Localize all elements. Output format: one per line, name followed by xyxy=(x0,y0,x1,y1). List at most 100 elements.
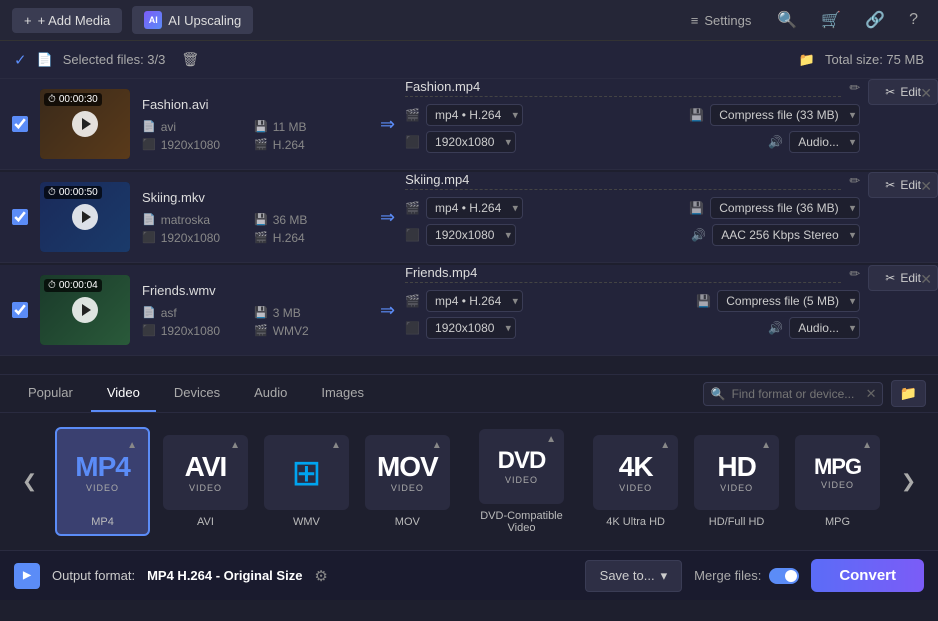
skiing-format: matroska xyxy=(161,213,210,227)
friends-format: asf xyxy=(161,306,177,320)
cart-button[interactable]: 🛒 xyxy=(813,6,849,34)
format-item-dvd[interactable]: ▲ DVD VIDEO DVD-Compatible Video xyxy=(463,423,580,540)
fashion-filename: Fashion.avi xyxy=(142,97,358,112)
format-item-mp4[interactable]: ▲ MP4 VIDEO MP4 xyxy=(55,427,150,536)
search-icon: 🔍 xyxy=(711,387,726,401)
fashion-audio-select[interactable]: Audio... xyxy=(789,131,860,153)
friends-output-area: Friends.mp4 ✏ 🎬 mp4 • H.264 💾 xyxy=(405,265,938,355)
mpg-chevron: ▲ xyxy=(862,440,872,451)
fashion-thumbnail[interactable]: ⏱00:00:30 xyxy=(40,89,130,159)
avi-label: AVI xyxy=(197,516,214,528)
fashion-compress-select[interactable]: Compress file (33 MB) xyxy=(710,104,860,126)
mpg-icon-main: MPG xyxy=(814,456,861,478)
wmv-windows-icon: ⊞ xyxy=(291,452,321,494)
filebar: ✓ 📄 Selected files: 3/3 🗑 📁 Total size: … xyxy=(0,41,938,79)
friends-format-select[interactable]: mp4 • H.264 xyxy=(426,290,523,312)
ai-icon: AI xyxy=(144,11,162,29)
toolbar: + + Add Media AI AI Upscaling ≡ Settings… xyxy=(0,0,938,41)
friends-resolution: 1920x1080 xyxy=(161,324,220,338)
skiing-play-button[interactable] xyxy=(72,204,98,230)
skiing-checkbox[interactable] xyxy=(12,209,28,225)
total-size-label: Total size: 75 MB xyxy=(825,52,924,67)
file-row: ✕ ⏱00:00:04 Friends.wmv 📄asf 💾3 MB ⬛1920… xyxy=(0,265,938,356)
select-all-check[interactable]: ✓ xyxy=(14,51,27,69)
skiing-format-select[interactable]: mp4 • H.264 xyxy=(426,197,523,219)
fashion-arrow: ⇒ xyxy=(370,79,405,169)
search-wrap: 🔍 ✕ xyxy=(703,382,883,406)
convert-button[interactable]: Convert xyxy=(811,559,924,592)
friends-size: 3 MB xyxy=(273,306,301,320)
close-friends-button[interactable]: ✕ xyxy=(920,271,932,288)
save-to-button[interactable]: Save to... ▾ xyxy=(585,560,682,592)
merge-toggle[interactable] xyxy=(769,568,799,584)
avi-icon-sub: VIDEO xyxy=(189,483,222,493)
file-left-friends: ⏱00:00:04 Friends.wmv 📄asf 💾3 MB ⬛1920x1… xyxy=(0,265,370,355)
skiing-thumbnail[interactable]: ⏱00:00:50 xyxy=(40,182,130,252)
tab-devices[interactable]: Devices xyxy=(158,375,236,412)
format-item-wmv[interactable]: ▲ ⊞ WMV xyxy=(261,429,352,534)
format-item-mpg[interactable]: ▲ MPG VIDEO MPG xyxy=(792,429,883,534)
total-size-icon: 📁 xyxy=(799,52,815,68)
add-media-label: + Add Media xyxy=(38,13,111,28)
ai-upscaling-button[interactable]: AI AI Upscaling xyxy=(132,6,253,34)
search-button[interactable]: 🔍 xyxy=(769,6,805,34)
fashion-output-area: Fashion.mp4 ✏ 🎬 mp4 • H.264 💾 xyxy=(405,79,938,169)
friends-play-button[interactable] xyxy=(72,297,98,323)
skiing-edit-name-icon[interactable]: ✏ xyxy=(849,173,860,189)
close-fashion-button[interactable]: ✕ xyxy=(920,85,932,102)
skiing-compress-select[interactable]: Compress file (36 MB) xyxy=(710,197,860,219)
4k-label: 4K Ultra HD xyxy=(606,516,665,528)
skiing-size: 36 MB xyxy=(273,213,308,227)
format-search-input[interactable] xyxy=(703,382,883,406)
fashion-duration: ⏱00:00:30 xyxy=(44,93,102,106)
tab-popular[interactable]: Popular xyxy=(12,375,89,412)
file-list: ✕ ⏱00:00:30 Fashion.avi 📄avi 💾11 MB ⬛192… xyxy=(0,79,938,374)
fashion-edit-name-icon[interactable]: ✏ xyxy=(849,80,860,96)
fashion-output-name: Fashion.mp4 xyxy=(405,79,841,97)
add-media-button[interactable]: + + Add Media xyxy=(12,8,122,33)
tab-audio[interactable]: Audio xyxy=(238,375,303,412)
search-clear-button[interactable]: ✕ xyxy=(866,386,877,402)
output-format-name: MP4 H.264 - Original Size xyxy=(147,568,302,583)
friends-edit-name-icon[interactable]: ✏ xyxy=(849,266,860,282)
close-skiing-button[interactable]: ✕ xyxy=(920,178,932,195)
4k-icon-sub: VIDEO xyxy=(619,483,652,493)
friends-audio-select[interactable]: Audio... xyxy=(789,317,860,339)
format-next-button[interactable]: ❯ xyxy=(893,467,924,496)
dvd-icon-box: ▲ DVD VIDEO xyxy=(479,429,564,504)
format-item-mov[interactable]: ▲ MOV VIDEO MOV xyxy=(362,429,453,534)
mp4-icon-sub: VIDEO xyxy=(86,483,119,493)
skiing-res-select[interactable]: 1920x1080 xyxy=(426,224,516,246)
fashion-format: avi xyxy=(161,120,176,134)
friends-thumbnail[interactable]: ⏱00:00:04 xyxy=(40,275,130,345)
friends-output-top: Friends.mp4 ✏ 🎬 mp4 • H.264 💾 xyxy=(405,265,938,339)
share-button[interactable]: 🔗 xyxy=(857,6,893,34)
tab-video[interactable]: Video xyxy=(91,375,156,412)
wmv-label: WMV xyxy=(293,516,320,528)
delete-files-button[interactable]: 🗑 xyxy=(175,49,205,70)
mov-chevron: ▲ xyxy=(432,440,442,451)
friends-checkbox[interactable] xyxy=(12,302,28,318)
format-item-hd[interactable]: ▲ HD VIDEO HD/Full HD xyxy=(691,429,782,534)
format-item-4k[interactable]: ▲ 4K VIDEO 4K Ultra HD xyxy=(590,429,681,534)
4k-icon-box: ▲ 4K VIDEO xyxy=(593,435,678,510)
fashion-res-select[interactable]: 1920x1080 xyxy=(426,131,516,153)
fashion-checkbox[interactable] xyxy=(12,116,28,132)
settings-button[interactable]: ≡ Settings xyxy=(681,9,762,32)
format-prev-button[interactable]: ❮ xyxy=(14,467,45,496)
dvd-chevron: ▲ xyxy=(546,434,556,445)
skiing-arrow: ⇒ xyxy=(370,172,405,262)
fashion-format-select[interactable]: mp4 • H.264 xyxy=(426,104,523,126)
output-settings-button[interactable]: ⚙ xyxy=(314,567,327,585)
fashion-play-button[interactable] xyxy=(72,111,98,137)
help-button[interactable]: ? xyxy=(901,7,926,33)
friends-res-select[interactable]: 1920x1080 xyxy=(426,317,516,339)
dvd-icon-main: DVD xyxy=(498,449,546,473)
friends-compress-select[interactable]: Compress file (5 MB) xyxy=(717,290,860,312)
selected-files-label: Selected files: 3/3 xyxy=(63,52,166,67)
format-item-avi[interactable]: ▲ AVI VIDEO AVI xyxy=(160,429,251,534)
folder-button[interactable]: 📁 xyxy=(891,380,926,407)
tab-images[interactable]: Images xyxy=(305,375,380,412)
skiing-audio-select[interactable]: AAC 256 Kbps Stereo xyxy=(712,224,860,246)
file-row: ✕ ⏱00:00:50 Skiing.mkv 📄matroska 💾36 MB … xyxy=(0,172,938,263)
